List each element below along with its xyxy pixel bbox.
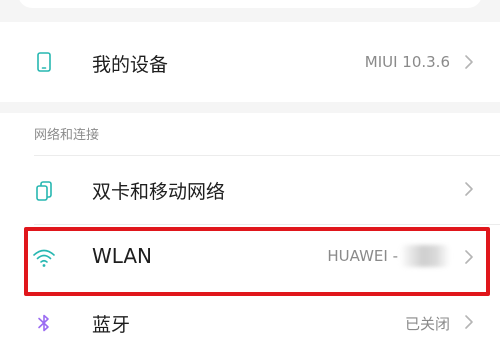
chevron-right-icon — [462, 249, 476, 265]
settings-row-label: WLAN — [92, 244, 153, 268]
sim-cards-icon — [34, 180, 54, 202]
settings-row-label: 双卡和移动网络 — [92, 181, 226, 203]
settings-row-dual-sim[interactable]: 双卡和移动网络 — [0, 156, 500, 224]
settings-row-label: 蓝牙 — [92, 314, 131, 336]
chevron-right-icon — [462, 54, 476, 70]
settings-row-bluetooth[interactable]: 蓝牙 已关闭 — [0, 292, 500, 340]
section-title: 网络和连接 — [34, 128, 100, 143]
top-card-edge — [18, 0, 482, 8]
settings-row-value: MIUI 10.3.6 — [364, 53, 450, 71]
settings-row-value: 已关闭 — [404, 315, 450, 333]
settings-row-label: 我的设备 — [92, 54, 169, 76]
bluetooth-icon — [34, 312, 54, 334]
settings-row-my-device[interactable]: 我的设备 MIUI 10.3.6 — [0, 22, 500, 102]
phone-icon — [34, 51, 54, 73]
top-card-remnant — [0, 0, 500, 18]
redacted-ssid — [400, 245, 450, 267]
settings-row-wlan[interactable]: WLAN HUAWEI - — [0, 225, 500, 291]
wifi-icon — [32, 247, 56, 269]
chevron-right-icon — [462, 314, 476, 330]
settings-row-value: HUAWEI - — [327, 247, 398, 265]
chevron-right-icon — [462, 181, 476, 197]
